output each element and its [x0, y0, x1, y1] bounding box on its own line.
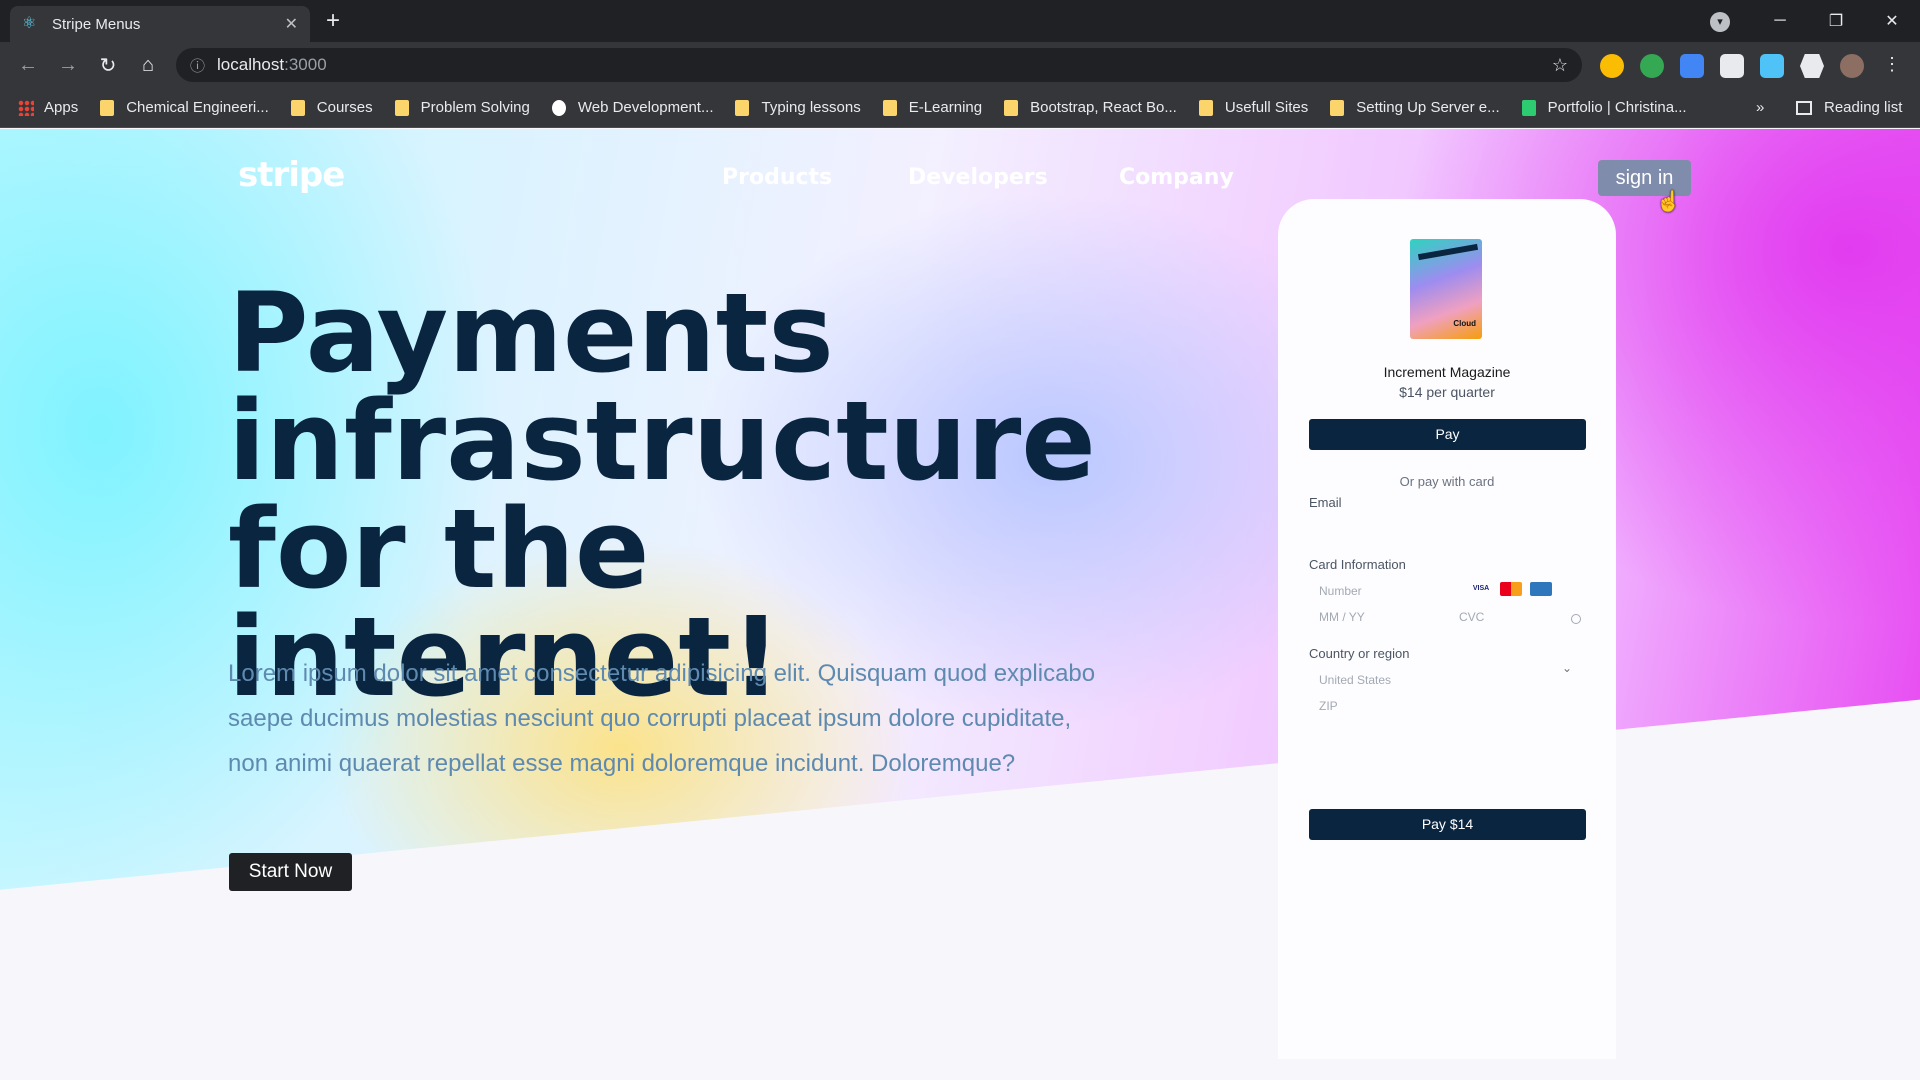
bookmark-item[interactable]: Usefull Sites [1198, 99, 1308, 116]
hero-body-text: Lorem ipsum dolor sit amet consectetur a… [228, 660, 1096, 777]
notion-icon[interactable] [1720, 54, 1744, 78]
restore-icon[interactable]: ❐ [1808, 11, 1864, 31]
nav-company[interactable]: Company [1119, 165, 1234, 190]
bookmark-item[interactable]: Chemical Engineeri... [100, 99, 269, 116]
folder-icon [1004, 99, 1019, 116]
bookmark-item[interactable]: Web Development... [551, 99, 713, 116]
bookmark-star-icon[interactable]: ☆ [1552, 55, 1568, 76]
tab-title: Stripe Menus [52, 15, 141, 33]
product-price: $14 per quarter [1399, 384, 1495, 400]
folder-icon [735, 99, 750, 116]
back-icon[interactable]: ← [8, 54, 48, 77]
extensions-area: ⋮ [1600, 54, 1904, 78]
extension-icon[interactable] [1600, 54, 1624, 78]
site-favicon-icon [551, 99, 566, 116]
nav-developers[interactable]: Developers [908, 165, 1048, 190]
cvc-info-icon [1571, 614, 1581, 624]
browser-tab[interactable]: ⚛ Stripe Menus ✕ [10, 6, 310, 42]
extension-icon[interactable] [1640, 54, 1664, 78]
folder-icon [394, 99, 409, 116]
mastercard-icon [1500, 582, 1522, 596]
stripe-logo[interactable]: stripe [238, 155, 345, 195]
profile-avatar[interactable] [1840, 54, 1864, 78]
browser-toolbar: ← → ↻ ⌂ ⓘ localhost:3000 ☆ ⋮ [0, 42, 1920, 88]
page-viewport: stripe Products Developers Company sign … [0, 129, 1920, 1080]
folder-icon [1198, 99, 1213, 116]
or-pay-with-card-text: Or pay with card [1399, 474, 1495, 489]
url-text: localhost:3000 [217, 55, 327, 74]
puzzle-icon[interactable] [1800, 54, 1824, 78]
apps-grid-icon [18, 99, 34, 116]
bookmark-item[interactable]: Portfolio | Christina... [1521, 99, 1687, 116]
close-tab-icon[interactable]: ✕ [285, 14, 298, 34]
reload-icon[interactable]: ↻ [88, 53, 128, 78]
minimize-icon[interactable]: ─ [1752, 12, 1808, 30]
bookmark-item[interactable]: Setting Up Server e... [1330, 99, 1500, 116]
mouse-cursor-icon: ☝ [1656, 191, 1681, 213]
translate-icon[interactable] [1680, 54, 1704, 78]
bookmark-item[interactable]: Bootstrap, React Bo... [1004, 99, 1177, 116]
bookmarks-bar: Apps Chemical Engineeri... Courses Probl… [0, 88, 1920, 128]
checkout-card: Cloud Increment Magazine $14 per quarter… [1278, 199, 1616, 1059]
more-bookmarks-icon[interactable]: » [1756, 99, 1764, 116]
bookmark-item[interactable]: Typing lessons [735, 99, 861, 116]
react-icon: ⚛ [22, 15, 37, 32]
reading-list-icon [1796, 100, 1812, 115]
extension-icon[interactable] [1760, 54, 1784, 78]
window-controls: ─ ❐ ✕ [1752, 0, 1920, 42]
apple-pay-button[interactable]: Pay [1309, 419, 1586, 450]
visa-icon: VISA [1472, 585, 1490, 592]
card-brand-icons: VISA [1470, 582, 1582, 596]
start-now-button[interactable]: Start Now [229, 853, 352, 891]
hero-headline: Payments infrastructure for the internet… [228, 269, 1096, 721]
email-label: Email [1309, 495, 1342, 510]
reading-list-button[interactable]: Reading list [1796, 99, 1902, 116]
pay-button[interactable]: Pay $14 [1309, 809, 1586, 840]
close-window-icon[interactable]: ✕ [1864, 11, 1920, 31]
site-favicon-icon [1521, 99, 1536, 116]
browser-tab-bar: ⚛ Stripe Menus ✕ + ▾ ─ ❐ ✕ [0, 0, 1920, 42]
product-name: Increment Magazine [1383, 364, 1511, 380]
card-info-label: Card Information [1309, 557, 1406, 572]
chevron-down-icon[interactable]: ⌄ [1562, 661, 1572, 675]
country-label: Country or region [1309, 646, 1410, 661]
card-number-field[interactable]: Number [1319, 584, 1362, 598]
folder-icon [100, 99, 115, 116]
folder-icon [290, 99, 305, 116]
discover-icon [1560, 582, 1582, 596]
site-info-icon[interactable]: ⓘ [190, 55, 205, 76]
forward-icon[interactable]: → [48, 54, 88, 77]
folder-icon [1330, 99, 1345, 116]
home-icon[interactable]: ⌂ [128, 54, 168, 77]
bookmark-item[interactable]: E-Learning [882, 99, 982, 116]
tab-search-icon[interactable]: ▾ [1710, 12, 1730, 32]
zip-field[interactable]: ZIP [1319, 699, 1338, 713]
folder-icon [882, 99, 897, 116]
menu-icon[interactable]: ⋮ [1880, 54, 1904, 78]
email-field[interactable] [1309, 517, 1586, 545]
bookmark-item[interactable]: Problem Solving [394, 99, 530, 116]
card-expiry-field[interactable]: MM / YY [1319, 610, 1365, 624]
nav-products[interactable]: Products [722, 165, 832, 190]
address-bar[interactable]: ⓘ localhost:3000 ☆ [176, 48, 1582, 82]
bookmark-item[interactable]: Courses [290, 99, 373, 116]
bookmark-apps[interactable]: Apps [18, 99, 78, 116]
magazine-cover-image: Cloud [1410, 239, 1482, 339]
amex-icon [1530, 582, 1552, 596]
new-tab-button[interactable]: + [326, 9, 340, 33]
country-select[interactable]: United States [1319, 673, 1391, 687]
card-cvc-field[interactable]: CVC [1459, 610, 1484, 624]
